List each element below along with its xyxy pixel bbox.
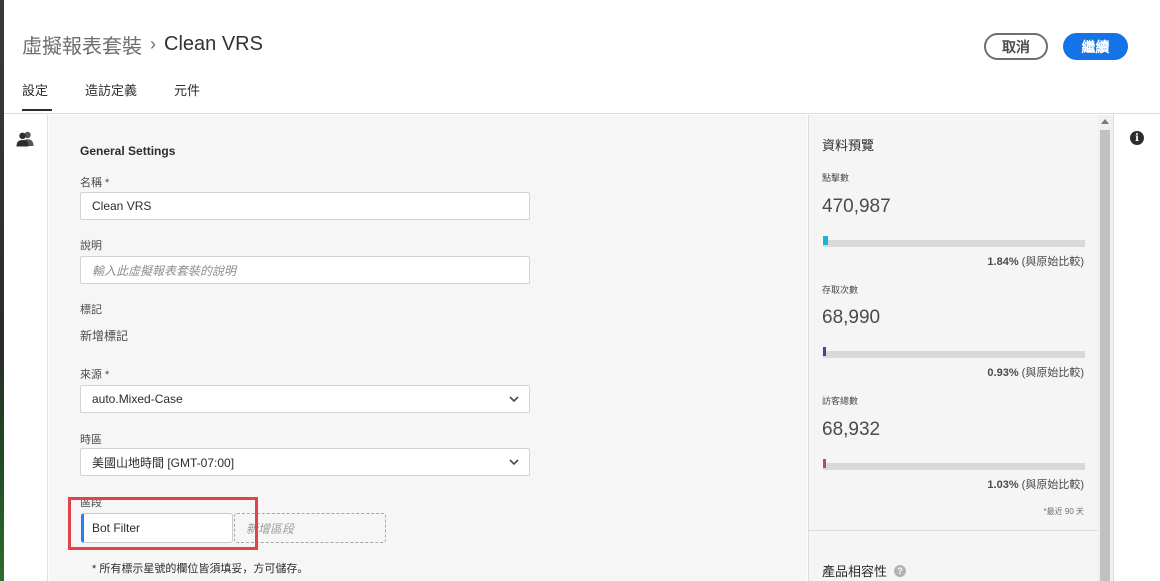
metric-bar-fill-visitors	[823, 459, 826, 468]
name-input[interactable]: Clean VRS	[80, 192, 530, 220]
name-label: 名稱 *	[80, 177, 110, 189]
source-select[interactable]: auto.Mixed-Case	[80, 385, 530, 413]
metric-value-hits: 470,987	[822, 196, 891, 217]
chevron-down-icon	[509, 459, 519, 466]
tab-components[interactable]: 元件	[174, 80, 200, 110]
metric-label-visitors: 訪客總數	[822, 396, 859, 406]
users-icon[interactable]	[16, 130, 34, 148]
metric-percent-value: 1.03%	[987, 479, 1019, 491]
section-title: General Settings	[80, 144, 176, 158]
info-icon[interactable]: i	[1130, 131, 1144, 145]
metric-percent-value: 0.93%	[987, 367, 1019, 379]
metric-percent-value: 1.84%	[987, 256, 1019, 268]
metric-compare-text: (與原始比較)	[1021, 256, 1084, 268]
metric-value-visits: 68,990	[822, 307, 881, 328]
timezone-select[interactable]: 美國山地時間 [GMT-07:00]	[80, 448, 530, 476]
breadcrumb-root-link[interactable]: 虛擬報表套裝	[22, 30, 142, 59]
description-input[interactable]: 輸入此虛擬報表套裝的說明	[80, 256, 530, 284]
tab-settings[interactable]: 設定	[22, 80, 53, 111]
metric-label-hits: 點擊數	[822, 173, 850, 183]
chevron-down-icon	[509, 396, 519, 403]
product-compatibility-title: 產品相容性	[822, 564, 888, 579]
description-label: 說明	[80, 240, 102, 252]
timezone-select-value: 美國山地時間 [GMT-07:00]	[92, 455, 235, 470]
cancel-button[interactable]: 取消	[984, 33, 1048, 60]
metric-label-visits: 存取次數	[822, 285, 859, 295]
tags-label: 標記	[80, 304, 102, 316]
metric-bar-visits	[823, 347, 1085, 358]
page-title: Clean VRS	[164, 33, 263, 55]
settings-panel: General Settings 名稱 * Clean VRS 說明 輸入此虛擬…	[49, 115, 807, 581]
metric-percent-visitors: 1.03% (與原始比較)	[987, 476, 1084, 492]
page-header: 虛擬報表套裝 › Clean VRS 取消 繼續 設定 造訪定義 元件	[4, 0, 1160, 114]
metric-percent-hits: 1.84% (與原始比較)	[987, 253, 1084, 269]
timezone-label: 時區	[80, 434, 102, 446]
scroll-up-arrow-icon[interactable]	[1101, 119, 1109, 124]
metric-compare-text: (與原始比較)	[1021, 367, 1084, 379]
tab-visit-definition[interactable]: 造訪定義	[85, 80, 137, 110]
help-icon[interactable]: ?	[894, 564, 907, 577]
scrollbar[interactable]	[1098, 115, 1113, 581]
source-select-value: auto.Mixed-Case	[92, 392, 183, 406]
product-compatibility-section: 產品相容性 ?	[822, 561, 907, 580]
right-rail: i	[1113, 115, 1160, 581]
add-tag-link[interactable]: 新增標記	[80, 327, 128, 344]
chevron-right-icon: ›	[150, 34, 156, 54]
highlight-annotation	[68, 497, 258, 550]
source-label: 來源 *	[80, 369, 110, 381]
preview-title: 資料預覽	[822, 138, 875, 153]
metric-bar-visitors	[823, 459, 1085, 470]
date-range-note: *最近 90 天	[1043, 507, 1084, 516]
tab-bar: 設定 造訪定義 元件	[22, 80, 200, 111]
metric-percent-visits: 0.93% (與原始比較)	[987, 364, 1084, 380]
scrollbar-thumb[interactable]	[1100, 130, 1110, 581]
metric-value-visitors: 68,932	[822, 419, 881, 440]
divider	[809, 530, 1098, 531]
left-rail	[4, 115, 48, 581]
data-preview-panel: 資料預覽 點擊數 470,987 1.84% (與原始比較) 存取次數 68,9…	[808, 115, 1098, 581]
metric-bar-fill-visits	[823, 347, 826, 356]
metric-bar-hits	[823, 236, 1085, 247]
continue-button[interactable]: 繼續	[1063, 33, 1128, 60]
required-footnote: * 所有標示星號的欄位皆須填妥，方可儲存。	[92, 563, 309, 575]
breadcrumb: 虛擬報表套裝 › Clean VRS	[22, 30, 263, 59]
metric-compare-text: (與原始比較)	[1021, 479, 1084, 491]
metric-bar-fill-hits	[823, 236, 828, 245]
